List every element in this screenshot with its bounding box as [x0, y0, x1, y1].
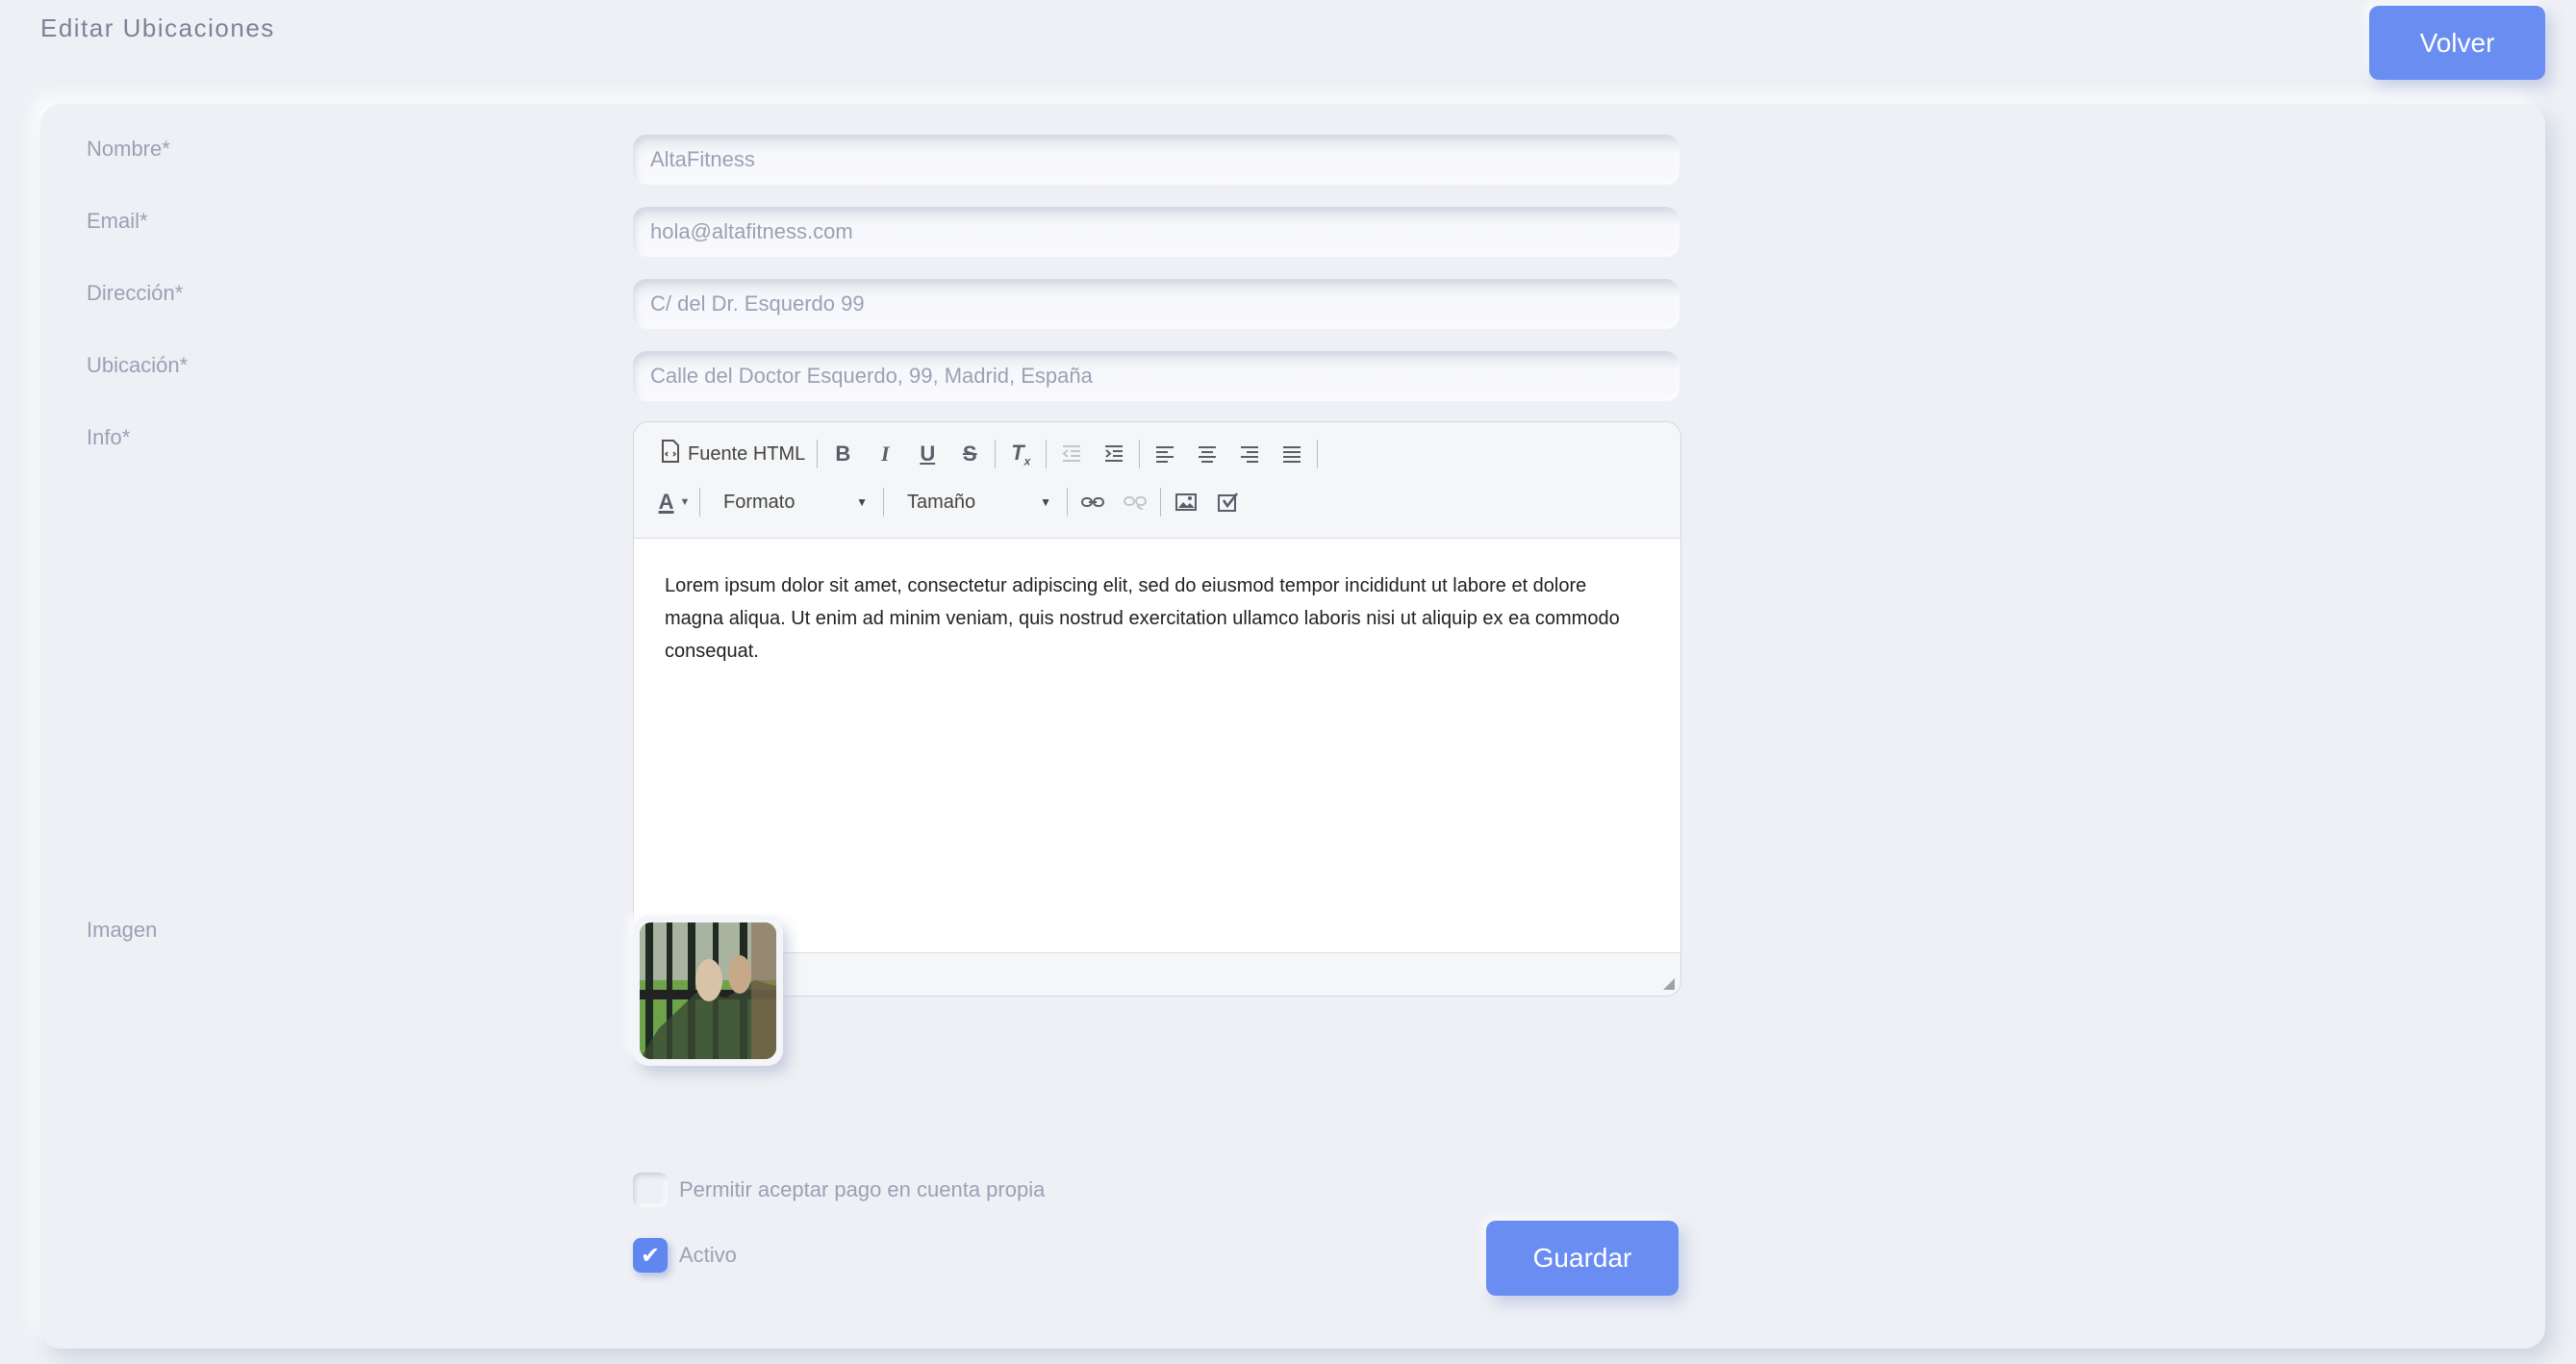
info-label: Info*	[87, 425, 131, 449]
align-right-button[interactable]	[1228, 435, 1271, 473]
source-icon	[661, 440, 680, 468]
remove-format-icon: Tx	[1011, 440, 1031, 468]
editor-toolbar: Fuente HTML B I U S Tx A ▼ Formato ▼ Tam…	[634, 422, 1680, 539]
toolbar-row-2: A ▼ Formato ▼ Tamaño ▼	[653, 483, 1250, 521]
checkmark-icon: ✔	[640, 1242, 661, 1269]
remove-format-button[interactable]: Tx	[999, 435, 1042, 473]
text-color-icon: A	[658, 490, 674, 514]
align-justify-button[interactable]	[1271, 435, 1313, 473]
direccion-input[interactable]: C/ del Dr. Esquerdo 99	[633, 279, 1679, 329]
align-left-icon	[1156, 446, 1174, 463]
own-account-checkbox[interactable]	[633, 1173, 668, 1207]
italic-button[interactable]: I	[864, 435, 906, 473]
italic-icon: I	[880, 442, 890, 466]
align-center-button[interactable]	[1186, 435, 1228, 473]
chevron-down-icon: ▼	[1040, 495, 1051, 509]
email-label: Email*	[87, 209, 148, 233]
nombre-label: Nombre*	[87, 137, 170, 161]
indent-button[interactable]	[1093, 435, 1135, 473]
align-center-icon	[1199, 446, 1217, 463]
ubicacion-input[interactable]: Calle del Doctor Esquerdo, 99, Madrid, E…	[633, 351, 1679, 401]
bold-icon: B	[835, 442, 851, 466]
link-button[interactable]	[1072, 483, 1114, 521]
active-checkbox[interactable]: ✔	[633, 1238, 668, 1273]
active-label: Activo	[679, 1243, 737, 1267]
ubicacion-label: Ubicación*	[87, 353, 189, 377]
resize-handle-icon[interactable]	[1663, 978, 1675, 990]
editor-content[interactable]: Lorem ipsum dolor sit amet, consectetur …	[634, 539, 1680, 846]
toolbar-separator	[1046, 440, 1048, 468]
form-card: Nombre* AltaFitness Email* hola@altafitn…	[40, 104, 2545, 1349]
toolbar-separator	[995, 440, 997, 468]
rich-text-editor: Fuente HTML B I U S Tx A ▼ Formato ▼ Tam…	[633, 421, 1681, 997]
imagen-label: Imagen	[87, 918, 158, 942]
format-label: Formato	[723, 491, 796, 513]
direccion-label: Dirección*	[87, 281, 184, 305]
bold-button[interactable]: B	[821, 435, 864, 473]
save-button[interactable]: Guardar	[1486, 1221, 1679, 1296]
embed-button[interactable]	[1207, 483, 1250, 521]
unlink-icon	[1124, 496, 1147, 510]
outdent-icon	[1062, 445, 1081, 462]
unlink-button[interactable]	[1114, 483, 1156, 521]
link-icon	[1081, 497, 1104, 507]
own-account-row: Permitir aceptar pago en cuenta propia	[633, 1173, 1045, 1207]
image-icon	[1175, 493, 1197, 511]
format-select[interactable]: Formato ▼	[704, 483, 879, 521]
align-right-icon	[1241, 446, 1259, 463]
gym-photo-thumbnail	[640, 922, 776, 1059]
image-button[interactable]	[1165, 483, 1207, 521]
active-row: ✔ Activo	[633, 1238, 737, 1273]
chevron-down-icon: ▼	[856, 495, 868, 509]
size-select[interactable]: Tamaño ▼	[888, 483, 1063, 521]
toolbar-separator	[1160, 488, 1161, 517]
toolbar-separator	[1317, 440, 1319, 468]
underline-icon: U	[920, 442, 936, 466]
own-account-label: Permitir aceptar pago en cuenta propia	[679, 1177, 1046, 1201]
indent-icon	[1105, 445, 1124, 462]
text-color-button[interactable]: A ▼	[653, 483, 695, 521]
toolbar-separator	[883, 488, 884, 517]
source-button[interactable]: Fuente HTML	[653, 435, 813, 473]
editor-status-bar	[634, 952, 1680, 996]
email-input[interactable]: hola@altafitness.com	[633, 207, 1679, 257]
location-image[interactable]	[633, 916, 783, 1066]
back-button[interactable]: Volver	[2369, 6, 2545, 80]
strikethrough-icon: S	[962, 442, 977, 466]
underline-button[interactable]: U	[906, 435, 948, 473]
embed-icon	[1218, 493, 1238, 512]
align-left-button[interactable]	[1144, 435, 1186, 473]
toolbar-separator	[1067, 488, 1068, 517]
nombre-input[interactable]: AltaFitness	[633, 135, 1679, 185]
toolbar-row-1: Fuente HTML B I U S Tx	[653, 435, 1322, 473]
strikethrough-button[interactable]: S	[948, 435, 991, 473]
chevron-down-icon: ▼	[679, 496, 691, 508]
source-label: Fuente HTML	[688, 442, 806, 465]
outdent-button[interactable]	[1050, 435, 1093, 473]
toolbar-separator	[817, 440, 819, 468]
size-label: Tamaño	[907, 491, 976, 513]
page-title: Editar Ubicaciones	[40, 13, 275, 42]
toolbar-separator	[1139, 440, 1141, 468]
align-justify-icon	[1283, 446, 1301, 463]
toolbar-separator	[699, 488, 700, 517]
